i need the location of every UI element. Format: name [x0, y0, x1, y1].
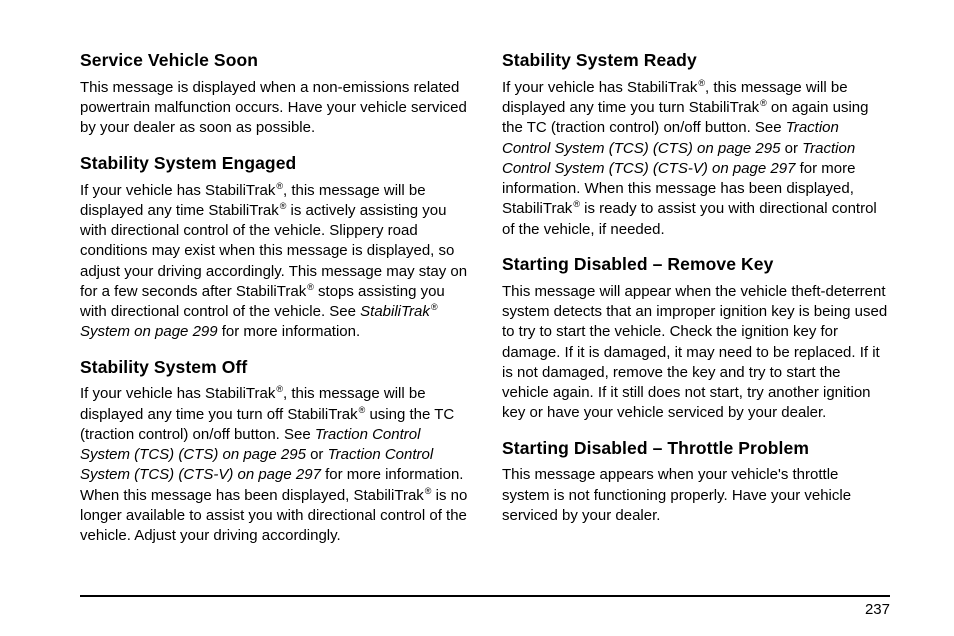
registered-mark-icon: ® [572, 199, 580, 209]
body-starting-disabled-key: This message will appear when the vehicl… [502, 282, 890, 424]
heading-starting-disabled-throttle: Starting Disabled – Throttle Problem [502, 438, 890, 460]
text-fragment: If your vehicle has StabiliTrak [502, 79, 697, 96]
registered-mark-icon: ® [697, 78, 705, 88]
registered-mark-icon: ® [275, 384, 283, 394]
right-column: Stability System Ready If your vehicle h… [502, 50, 890, 583]
footer-rule [80, 595, 890, 597]
heading-stability-engaged: Stability System Engaged [80, 153, 468, 175]
heading-service-vehicle-soon: Service Vehicle Soon [80, 50, 468, 72]
text-fragment: for more information. [218, 323, 361, 340]
registered-mark-icon: ® [759, 98, 767, 108]
text-fragment: or [780, 140, 802, 157]
page-number: 237 [80, 601, 890, 618]
body-service-vehicle-soon: This message is displayed when a non-emi… [80, 78, 468, 139]
manual-page: Service Vehicle Soon This message is dis… [0, 0, 954, 636]
heading-starting-disabled-key: Starting Disabled – Remove Key [502, 254, 890, 276]
body-starting-disabled-throttle: This message appears when your vehicle's… [502, 465, 890, 526]
text-fragment: StabiliTrak [360, 303, 430, 320]
heading-stability-off: Stability System Off [80, 357, 468, 379]
registered-mark-icon: ® [306, 282, 314, 292]
text-fragment: System on page 299 [80, 323, 218, 340]
body-stability-engaged: If your vehicle has StabiliTrak®, this m… [80, 181, 468, 343]
heading-stability-ready: Stability System Ready [502, 50, 890, 72]
registered-mark-icon: ® [275, 181, 283, 191]
registered-mark-icon: ® [430, 302, 438, 312]
text-fragment: If your vehicle has StabiliTrak [80, 182, 275, 199]
body-stability-off: If your vehicle has StabiliTrak®, this m… [80, 384, 468, 546]
text-fragment: If your vehicle has StabiliTrak [80, 385, 275, 402]
two-column-layout: Service Vehicle Soon This message is dis… [80, 50, 890, 583]
left-column: Service Vehicle Soon This message is dis… [80, 50, 468, 583]
text-fragment: or [306, 446, 328, 463]
body-stability-ready: If your vehicle has StabiliTrak®, this m… [502, 78, 890, 240]
